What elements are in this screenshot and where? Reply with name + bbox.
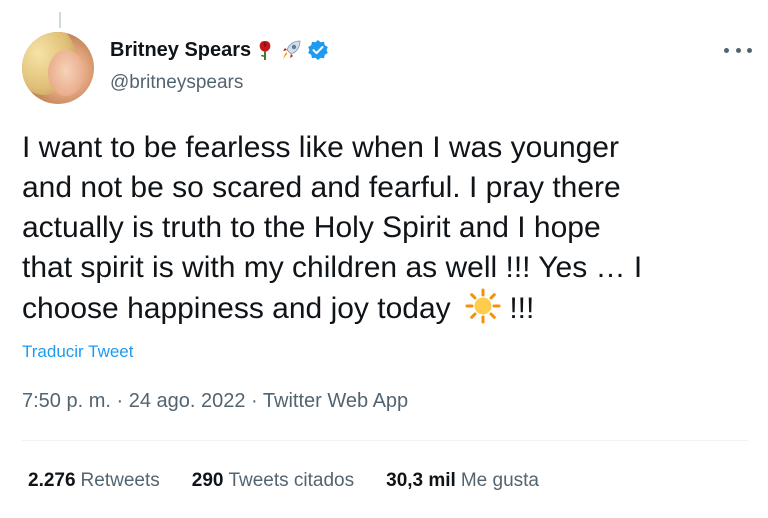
quote-tweets-stat[interactable]: 290 Tweets citados [192, 470, 354, 492]
verified-badge-icon [307, 39, 329, 61]
tweet-text-line: I want to be fearless like when I was yo… [22, 131, 619, 164]
tweet-text: I want to be fearless like when I was yo… [22, 128, 742, 335]
rose-icon [257, 39, 273, 61]
tweet-text-line: that spirit is with my children as well … [22, 251, 643, 284]
tweet-text-line: and not be so scared and fearful. I pray… [22, 171, 621, 204]
tweet-text-tail: !!! [501, 292, 535, 325]
author-name-row[interactable]: Britney Spears [110, 38, 329, 62]
quote-tweets-count: 290 [191, 470, 224, 491]
more-options-icon[interactable] [724, 40, 752, 60]
sun-icon [465, 288, 501, 335]
quote-tweets-label: Tweets citados [228, 470, 355, 491]
retweets-count: 2.276 [28, 470, 76, 491]
translate-tweet-link[interactable]: Traducir Tweet [22, 342, 134, 362]
tweet-text-line: choose happiness and joy today [22, 292, 451, 325]
retweets-stat[interactable]: 2.276 Retweets [28, 470, 160, 492]
thread-connector-line [59, 12, 61, 28]
tweet-text-line: actually is truth to the Holy Spirit and… [22, 211, 601, 244]
likes-label: Me gusta [460, 470, 539, 491]
author-handle[interactable]: @britneyspears [110, 72, 243, 94]
rocket-icon [279, 38, 303, 62]
tweet-stats: 2.276 Retweets 290 Tweets citados 30,3 mil… [28, 470, 539, 492]
likes-stat[interactable]: 30,3 mil Me gusta [386, 470, 539, 492]
avatar[interactable] [22, 32, 94, 104]
retweets-label: Retweets [80, 470, 160, 491]
likes-count: 30,3 mil [386, 470, 456, 491]
author-name[interactable]: Britney Spears [110, 39, 251, 62]
tweet-timestamp-source[interactable]: 7:50 p. m. · 24 ago. 2022 · Twitter Web … [22, 390, 408, 413]
divider [22, 440, 748, 441]
tweet-header: Britney Spears @britneyspears [22, 32, 752, 104]
